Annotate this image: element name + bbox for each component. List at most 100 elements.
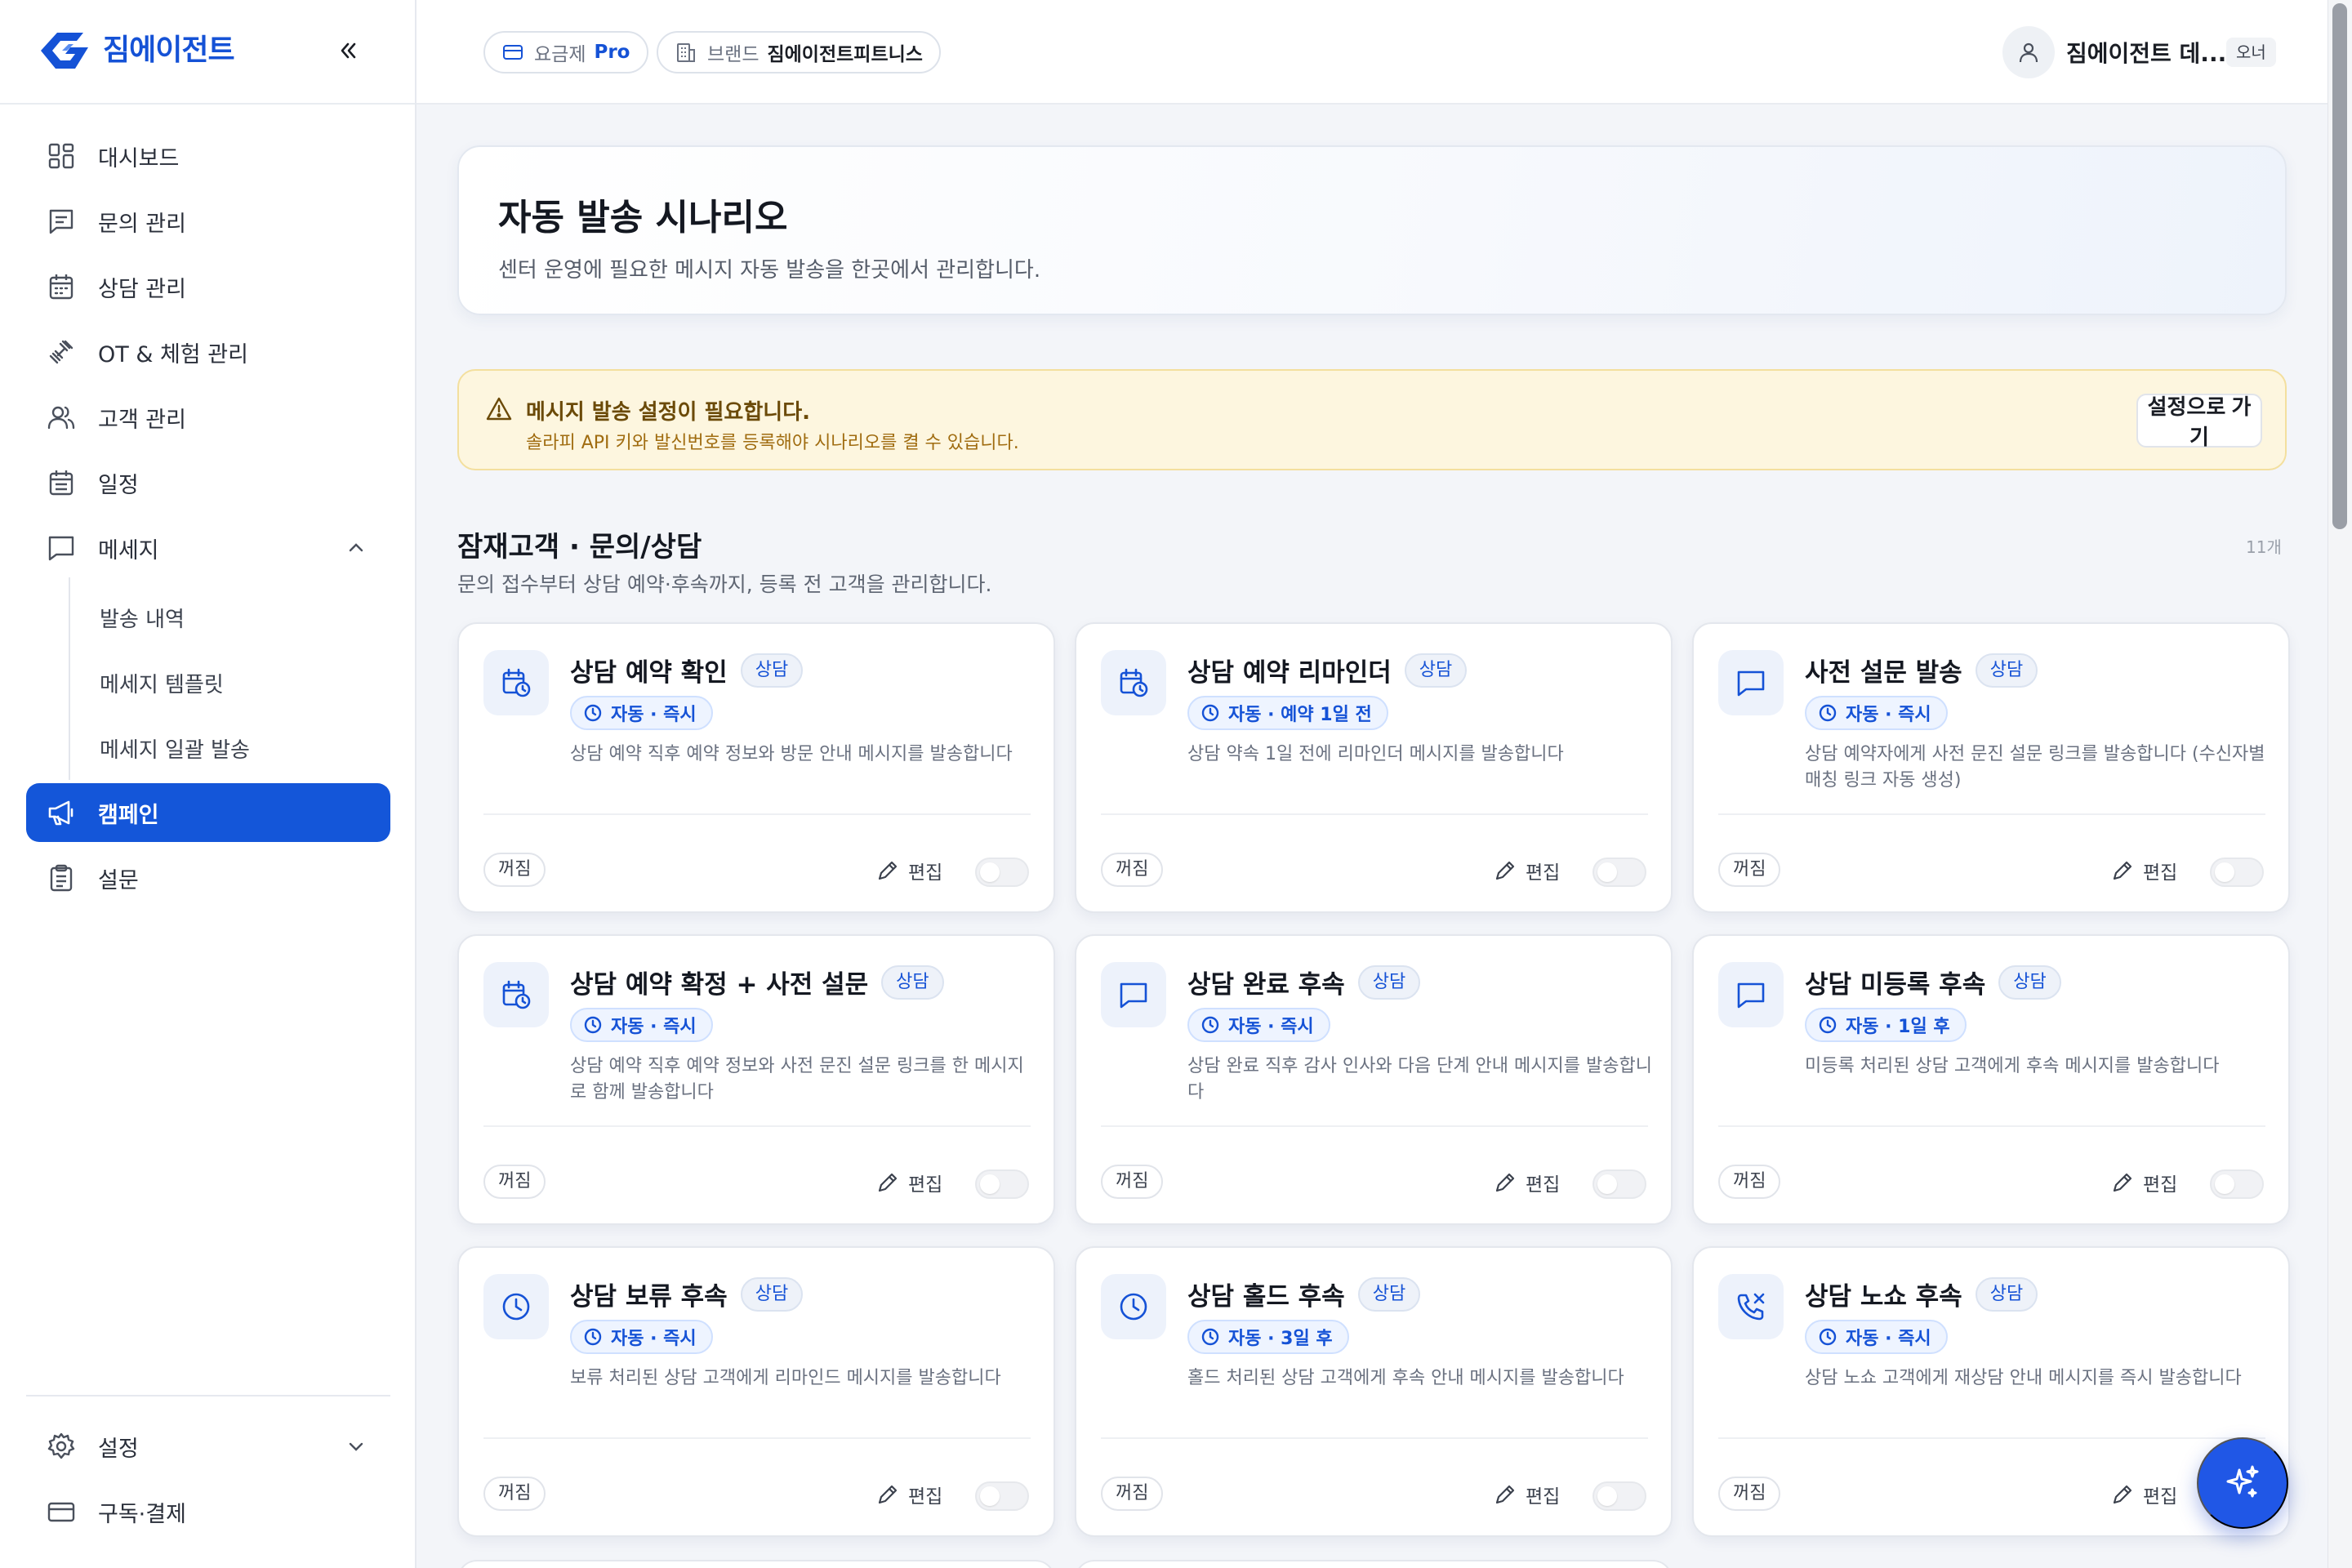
user-icon (2019, 42, 2038, 63)
trigger-badge: 자동 · 예약 1일 전 (1187, 696, 1388, 730)
double-chevron-left-icon[interactable] (330, 33, 366, 69)
sidebar-item-messages[interactable]: 메세지 (26, 519, 390, 577)
pencil-icon (878, 861, 898, 880)
page-title: 자동 발송 시나리오 (498, 197, 788, 238)
scenario-card[interactable]: 상담 미등록 후속 상담 자동 · 1일 후 미등록 처리된 상담 고객에게 후속 메… (1692, 934, 2290, 1225)
ai-assistant-button[interactable] (2197, 1437, 2288, 1529)
clock-icon (1819, 704, 1837, 722)
sidebar-item-dashboard[interactable]: 대시보드 (26, 127, 390, 185)
message-icon (44, 531, 78, 565)
sidebar-item-consultations[interactable]: 상담 관리 (26, 257, 390, 316)
status-badge: 꺼짐 (483, 853, 546, 887)
clock-icon (1201, 1328, 1219, 1346)
avatar[interactable] (2002, 26, 2055, 78)
sidebar-subitem-bulk-send[interactable]: 메세지 일괄 발송 (100, 733, 250, 764)
edit-label: 편집 (2143, 862, 2178, 884)
chevron-up-icon[interactable] (345, 537, 368, 559)
sidebar-item-label: 구독·결제 (98, 1501, 186, 1527)
edit-label: 편집 (1526, 1174, 1561, 1196)
status-badge: 꺼짐 (1101, 1477, 1164, 1511)
edit-button[interactable]: 편집 (2110, 856, 2177, 885)
alert-description: 솔라피 API 키와 발신번호를 등록해야 시나리오를 켤 수 있습니다. (526, 433, 1019, 453)
card-description: 상담 약속 1일 전에 리마인더 메시지를 발송합니다 (1187, 744, 1564, 764)
brand-pill[interactable]: 브랜드 짐에이전트피트니스 (657, 31, 941, 74)
sidebar-item-schedule[interactable]: 일정 (26, 453, 390, 512)
section-count: 11개 (2246, 537, 2282, 557)
edit-button[interactable]: 편집 (1493, 856, 1560, 885)
sidebar-item-inquiries[interactable]: 문의 관리 (26, 192, 390, 251)
calendar-clock-icon (483, 962, 549, 1027)
card-title: 상담 예약 확정 + 사전 설문 (570, 970, 869, 1000)
card-title: 상담 보류 후속 (570, 1282, 728, 1312)
sidebar-item-label: 대시보드 (98, 145, 180, 172)
card-title: 상담 홀드 후속 (1187, 1282, 1345, 1312)
scenario-card[interactable]: 상담 보류 후속 상담 자동 · 즉시 보류 처리된 상담 고객에게 리마인드 메시지… (457, 1246, 1055, 1537)
edit-button[interactable]: 편집 (2110, 1168, 2177, 1197)
sidebar-item-billing[interactable]: 구독·결제 (26, 1482, 390, 1541)
card-title-row: 상담 노쇼 후속 상담 (1805, 1276, 2038, 1312)
enable-toggle[interactable] (1592, 1481, 1646, 1511)
edit-button[interactable]: 편집 (875, 1480, 942, 1509)
edit-button[interactable]: 편집 (2110, 1480, 2177, 1509)
card-title: 상담 예약 확인 (570, 658, 728, 688)
enable-toggle[interactable] (2210, 858, 2264, 887)
sidebar-item-customers[interactable]: 고객 관리 (26, 388, 390, 447)
sidebar-item-label: OT & 체험 관리 (98, 341, 248, 368)
scenario-card[interactable]: 상담 완료 후속 상담 자동 · 즉시 상담 완료 직후 감사 인사와 다음 단계 안… (1075, 934, 1673, 1225)
clock-icon (584, 1016, 602, 1034)
trigger-badge: 자동 · 즉시 (1805, 1320, 1948, 1354)
plan-pill[interactable]: 요금제 Pro (483, 31, 648, 74)
enable-toggle[interactable] (1592, 858, 1646, 887)
clipboard-icon (44, 861, 78, 895)
edit-button[interactable]: 편집 (1493, 1480, 1560, 1509)
scrollbar-thumb[interactable] (2332, 3, 2347, 529)
card-divider (1101, 1437, 1648, 1439)
sidebar-item-campaign[interactable]: 캠페인 (26, 783, 390, 842)
trigger-label: 자동 · 1일 후 (1846, 1017, 1950, 1037)
status-badge: 꺼짐 (1101, 1165, 1164, 1199)
scenario-card[interactable]: 상담 예약 리마인더 상담 자동 · 예약 1일 전 상담 약속 1일 전에 리마인더… (1075, 622, 1673, 913)
brand-logo-icon[interactable] (38, 28, 91, 74)
edit-button[interactable]: 편집 (1493, 1168, 1560, 1197)
scenario-card[interactable]: 상담 홀드 후속 상담 자동 · 3일 후 홀드 처리된 상담 고객에게 후속 안내 … (1075, 1246, 1673, 1537)
card-divider (483, 1437, 1031, 1439)
card-icon (44, 1494, 78, 1529)
category-badge: 상담 (740, 653, 804, 688)
sidebar-item-ot-trial[interactable]: OT & 체험 관리 (26, 323, 390, 381)
scenario-card[interactable]: 상담 예약 확정 + 사전 설문 상담 자동 · 즉시 상담 예약 직후 예약 정보와… (457, 934, 1055, 1225)
go-to-settings-button[interactable]: 설정으로 가기 (2136, 394, 2262, 449)
trigger-label: 자동 · 3일 후 (1228, 1329, 1333, 1349)
building-icon (675, 41, 697, 64)
card-title: 상담 미등록 후속 (1805, 970, 1986, 1000)
chevron-down-icon[interactable] (345, 1435, 368, 1458)
sidebar-item-settings[interactable]: 설정 (26, 1417, 390, 1476)
user-name[interactable]: 짐에이전트 데... (2066, 36, 2226, 69)
sidebar-item-survey[interactable]: 설문 (26, 849, 390, 907)
card-description: 상담 예약 직후 예약 정보와 방문 안내 메시지를 발송합니다 (570, 744, 1013, 764)
enable-toggle[interactable] (1592, 1169, 1646, 1199)
edit-button[interactable]: 편집 (875, 1168, 942, 1197)
submenu-guide-line (69, 577, 70, 780)
enable-toggle[interactable] (975, 1481, 1029, 1511)
plan-label: 요금제 (534, 44, 586, 65)
enable-toggle[interactable] (975, 1169, 1029, 1199)
edit-label: 편집 (1526, 862, 1561, 884)
enable-toggle[interactable] (2210, 1169, 2264, 1199)
scenario-card[interactable]: 상담 예약 확인 상담 자동 · 즉시 상담 예약 직후 예약 정보와 방문 안내 메… (457, 622, 1055, 913)
sidebar-subitem-templates[interactable]: 메세지 템플릿 (100, 668, 224, 698)
megaphone-icon (44, 795, 78, 830)
category-badge: 상담 (740, 1276, 804, 1312)
pencil-icon (1495, 1173, 1515, 1192)
enable-toggle[interactable] (975, 858, 1029, 887)
sidebar-subitem-send-history[interactable]: 발송 내역 (100, 603, 185, 633)
scenario-card[interactable]: 사전 설문 발송 상담 자동 · 즉시 상담 예약자에게 사전 문진 설문 링크를 발… (1692, 622, 2290, 913)
category-badge: 상담 (1357, 964, 1421, 1000)
role-badge: 오너 (2226, 38, 2276, 67)
card-title: 상담 완료 후속 (1187, 970, 1345, 1000)
brand-name[interactable]: 짐에이전트 (103, 31, 235, 70)
card-description: 상담 예약 직후 예약 정보와 사전 문진 설문 링크를 한 메시지로 함께 발… (570, 1056, 1024, 1102)
clock-icon (1819, 1016, 1837, 1034)
card-divider (1718, 1437, 2265, 1439)
sidebar-item-label: 설문 (98, 867, 139, 893)
edit-button[interactable]: 편집 (875, 856, 942, 885)
